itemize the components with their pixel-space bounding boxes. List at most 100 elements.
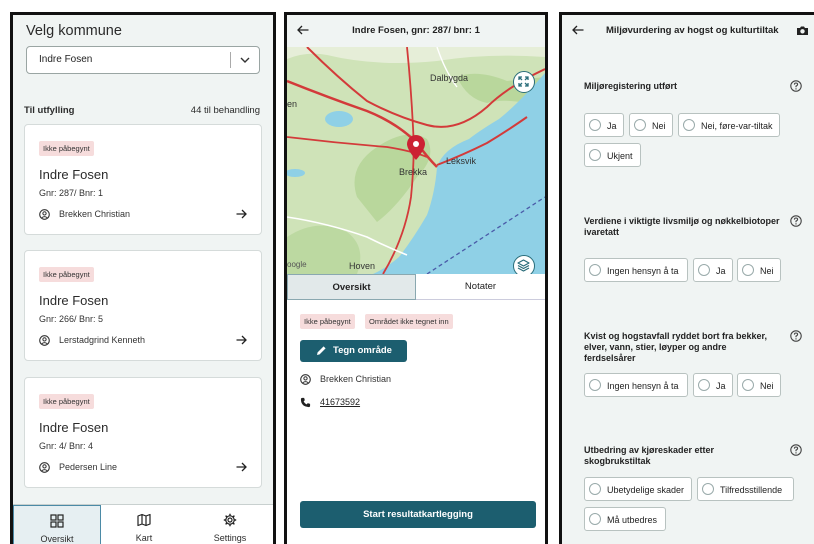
property-card[interactable]: Ikke påbegynt Indre Fosen Gnr: 287/ Bnr:… [24, 124, 262, 235]
help-icon[interactable] [790, 444, 802, 456]
property-name: Indre Fosen [39, 293, 109, 308]
question-label: Utbedring av kjøreskader etter skogbruks… [584, 445, 715, 466]
tab-oversikt[interactable]: Oversikt [287, 274, 416, 300]
help-icon[interactable] [790, 330, 802, 342]
person-icon [39, 335, 50, 346]
radio-button[interactable] [589, 513, 601, 525]
radio-button[interactable] [589, 483, 601, 495]
option-label: Ingen hensyn å ta [607, 381, 679, 391]
option-ma-utbedres[interactable]: Må utbedres [584, 507, 666, 531]
start-mapping-button[interactable]: Start resultatkartlegging [300, 501, 536, 528]
chevron-down-icon[interactable] [240, 55, 250, 65]
option-ukjent[interactable]: Ukjent [584, 143, 641, 167]
help-icon[interactable] [790, 215, 802, 227]
option-label: Tilfredsstillende [720, 485, 783, 495]
map-label-dalbygda: Dalbygda [430, 73, 468, 83]
option-ja[interactable]: Ja [584, 113, 624, 137]
option-ja[interactable]: Ja [693, 258, 733, 282]
property-card[interactable]: Ikke påbegynt Indre Fosen Gnr: 266/ Bnr:… [24, 250, 262, 361]
page-title: Indre Fosen, gnr: 287/ bnr: 1 [352, 25, 480, 36]
help-icon[interactable] [790, 80, 802, 92]
option-ja[interactable]: Ja [693, 373, 733, 397]
option-label: Ja [716, 266, 726, 276]
radio-button[interactable] [698, 264, 710, 276]
radio-button[interactable] [698, 379, 710, 391]
option-ingen-hensyn[interactable]: Ingen hensyn å ta [584, 373, 688, 397]
map-icon [137, 513, 151, 527]
back-arrow-icon[interactable] [572, 25, 584, 35]
kommune-select[interactable]: Indre Fosen [26, 46, 260, 74]
option-label: Nei [760, 381, 774, 391]
grid-icon [50, 514, 64, 528]
option-label: Nei, føre-var-tiltak [701, 121, 773, 131]
layers-icon [517, 259, 530, 272]
property-name: Indre Fosen [39, 420, 109, 435]
radio-button[interactable] [589, 379, 601, 391]
person-icon [300, 374, 311, 385]
option-label: Ja [716, 381, 726, 391]
option-label: Ukjent [607, 151, 633, 161]
draw-area-button[interactable]: Tegn område [300, 340, 407, 362]
property-gnr: Gnr: 4/ Bnr: 4 [39, 441, 94, 451]
property-detail-screen: Indre Fosen, gnr: 287/ bnr: 1 Dalbygda L… [284, 12, 548, 544]
bottom-nav: Oversikt Kart Settings [13, 504, 273, 544]
radio-button[interactable] [634, 119, 646, 131]
arrow-right-icon[interactable] [236, 209, 247, 219]
owner-name: Brekken Christian [59, 209, 131, 219]
property-gnr: Gnr: 266/ Bnr: 5 [39, 314, 104, 324]
map-canvas[interactable]: Dalbygda Leksvik Brekka Hoven en oogle [287, 47, 545, 274]
gear-icon [223, 513, 237, 527]
option-nei[interactable]: Nei [737, 258, 781, 282]
option-tilfredsstillende[interactable]: Tilfredsstillende [697, 477, 794, 501]
radio-button[interactable] [589, 119, 601, 131]
option-nei-fore-var[interactable]: Nei, føre-var-tiltak [678, 113, 780, 137]
radio-button[interactable] [683, 119, 695, 131]
radio-button[interactable] [589, 149, 601, 161]
select-separator [230, 52, 231, 68]
layers-button[interactable] [513, 255, 535, 274]
kommune-list-screen: Velg kommune Indre Fosen Til utfylling 4… [10, 12, 276, 544]
phone-icon [300, 397, 311, 408]
status-badge: Ikke påbegynt [39, 394, 94, 409]
draw-area-label: Tegn område [333, 345, 392, 356]
map-label-brekka: Brekka [399, 167, 427, 177]
camera-icon[interactable] [796, 25, 809, 36]
radio-button[interactable] [589, 264, 601, 276]
status-badge: Ikke påbegynt [39, 141, 94, 156]
map-attribution: oogle [287, 260, 307, 269]
page-title: Miljøvurdering av hogst og kulturtiltak [606, 25, 779, 36]
phone-link[interactable]: 41673592 [320, 397, 360, 407]
map-label-partial: en [287, 99, 297, 109]
arrow-right-icon[interactable] [236, 462, 247, 472]
nav-item-kart[interactable]: Kart [101, 505, 187, 544]
property-map[interactable]: Dalbygda Leksvik Brekka Hoven en oogle [287, 47, 545, 274]
nav-item-oversikt[interactable]: Oversikt [13, 505, 101, 544]
option-label: Ja [607, 121, 617, 131]
property-gnr: Gnr: 287/ Bnr: 1 [39, 188, 104, 198]
nav-label: Settings [213, 533, 247, 543]
arrow-right-icon[interactable] [236, 335, 247, 345]
header: Indre Fosen, gnr: 287/ bnr: 1 [287, 15, 545, 47]
screen-title: Velg kommune [26, 23, 122, 39]
tab-notater[interactable]: Notater [416, 274, 545, 300]
property-card[interactable]: Ikke påbegynt Indre Fosen Gnr: 4/ Bnr: 4… [24, 377, 262, 488]
owner-name: Lerstadgrind Kenneth [59, 335, 146, 345]
nav-label: Oversikt [40, 534, 74, 544]
person-icon [39, 462, 50, 473]
map-label-hoven: Hoven [349, 261, 375, 271]
radio-button[interactable] [702, 483, 714, 495]
question-label: Kvist og hogstavfall ryddet bort fra bek… [584, 331, 768, 363]
nav-label: Kart [135, 533, 153, 543]
map-label-leksvik: Leksvik [446, 156, 477, 166]
radio-button[interactable] [742, 264, 754, 276]
kommune-select-value: Indre Fosen [39, 54, 93, 65]
fullscreen-button[interactable] [513, 71, 535, 93]
option-ubetydelige-skader[interactable]: Ubetydelige skader [584, 477, 692, 501]
option-nei[interactable]: Nei [629, 113, 673, 137]
nav-item-settings[interactable]: Settings [187, 505, 273, 544]
section-label: Til utfylling [24, 105, 75, 116]
question-label: Verdiene i viktigte livsmiljø og nøkkelb… [584, 216, 780, 237]
radio-button[interactable] [742, 379, 754, 391]
option-ingen-hensyn[interactable]: Ingen hensyn å ta [584, 258, 688, 282]
option-nei[interactable]: Nei [737, 373, 781, 397]
